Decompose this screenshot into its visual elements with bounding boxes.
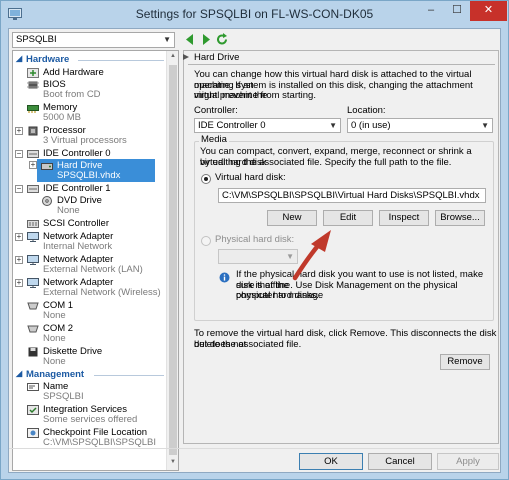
location-dropdown[interactable]: 0 (in use) ▼ <box>347 118 493 133</box>
pane-title: Hard Drive <box>194 52 240 63</box>
expand-icon[interactable]: + <box>29 161 37 169</box>
hardware-section-header[interactable]: ◢ Hardware <box>14 54 166 66</box>
network-adapter-icon <box>27 278 39 288</box>
minimize-button[interactable]: – <box>418 1 444 21</box>
expand-icon[interactable]: + <box>15 279 23 287</box>
vhd-path-input[interactable]: C:\VM\SPSQLBI\SPSQLBI\Virtual Hard Disks… <box>218 188 486 203</box>
tree-item-processor[interactable]: + Processor 3 Virtual processors <box>15 125 165 147</box>
com-port-icon <box>27 302 39 310</box>
tree-item-network-adapter-lan[interactable]: + Network Adapter External Network (LAN) <box>15 254 165 276</box>
virtual-hard-disk-label: Virtual hard disk: <box>215 172 286 183</box>
physical-hard-disk-radio[interactable] <box>201 236 211 246</box>
inspect-button[interactable]: Inspect <box>379 210 429 226</box>
add-hardware-icon <box>27 68 39 78</box>
collapse-icon: ◢ <box>16 54 23 63</box>
location-value: 0 (in use) <box>351 120 391 131</box>
tree-item-memory[interactable]: Memory 5000 MB <box>25 102 175 124</box>
remove-desc-line-2: delete the associated file. <box>194 338 302 350</box>
controller-label: Controller: <box>194 105 238 116</box>
remove-button[interactable]: Remove <box>440 354 490 370</box>
refresh-icon[interactable] <box>215 32 229 47</box>
back-arrow-icon[interactable] <box>183 32 197 47</box>
name-tag-icon <box>27 383 39 391</box>
annotation-arrow <box>292 230 331 281</box>
bios-chip-icon <box>27 81 39 89</box>
apply-button[interactable]: Apply <box>437 453 499 470</box>
close-button[interactable]: ✕ <box>470 1 507 21</box>
maximize-button[interactable]: ☐ <box>444 1 470 21</box>
tree-scrollbar[interactable]: ▲ ▼ <box>166 51 178 470</box>
expand-icon[interactable]: + <box>15 127 23 135</box>
collapse-icon[interactable]: − <box>15 150 23 158</box>
location-label: Location: <box>347 105 386 116</box>
cancel-button[interactable]: Cancel <box>368 453 432 470</box>
integration-services-icon <box>27 405 39 415</box>
tree-item-name[interactable]: Name SPSQLBI <box>25 381 175 403</box>
tree-item-network-adapter-internal[interactable]: + Network Adapter Internal Network <box>15 231 165 253</box>
collapse-icon[interactable]: − <box>15 185 23 193</box>
pane-expand-icon <box>183 54 189 60</box>
network-adapter-icon <box>27 255 39 265</box>
info-icon <box>219 272 230 283</box>
settings-window: Settings for SPSQLBI on FL-WS-CON-DK05 –… <box>0 0 509 480</box>
new-button[interactable]: New <box>267 210 317 226</box>
tree-item-bios[interactable]: BIOS Boot from CD <box>25 79 175 101</box>
ok-button[interactable]: OK <box>299 453 363 470</box>
ide-controller-icon <box>27 150 39 158</box>
controller-dropdown[interactable]: IDE Controller 0 ▼ <box>194 118 341 133</box>
management-section-header[interactable]: ◢ Management <box>14 369 166 381</box>
physical-info-line-3: physical hard disks. <box>236 290 319 301</box>
forward-arrow-icon[interactable] <box>199 32 213 47</box>
chevron-down-icon: ▼ <box>481 121 489 130</box>
dvd-drive-icon <box>42 196 52 206</box>
dialog-client: SPSQLBI ▼ ◢ Hardware Add Hardware BIOS B… <box>8 28 501 473</box>
tree-item-diskette-drive[interactable]: Diskette Drive None <box>25 346 175 368</box>
tree-item-hard-drive[interactable]: + Hard Drive SPSQLBI.vhdx <box>25 159 175 182</box>
ide-controller-icon <box>27 185 39 193</box>
title-bar[interactable]: Settings for SPSQLBI on FL-WS-CON-DK05 –… <box>1 1 508 28</box>
tree-item-integration-services[interactable]: Integration Services Some services offer… <box>25 404 175 426</box>
diskette-icon <box>28 347 38 357</box>
tree-item-dvd-drive[interactable]: DVD Drive None <box>37 195 178 217</box>
controller-value: IDE Controller 0 <box>198 120 266 131</box>
network-adapter-icon <box>27 232 39 242</box>
edit-button[interactable]: Edit <box>323 210 373 226</box>
processor-icon <box>28 126 38 136</box>
browse-button[interactable]: Browse... <box>435 210 485 226</box>
com-port-icon <box>27 325 39 333</box>
chevron-down-icon: ▼ <box>163 35 171 44</box>
scroll-down-icon[interactable]: ▼ <box>170 459 176 465</box>
tree-item-com1[interactable]: COM 1 None <box>25 300 175 322</box>
collapse-icon: ◢ <box>16 369 23 378</box>
tree-item-network-adapter-wireless[interactable]: + Network Adapter External Network (Wire… <box>15 277 165 299</box>
intro-line-3: virtual machine from starting. <box>194 90 316 101</box>
scsi-controller-icon <box>27 220 39 228</box>
chevron-down-icon: ▼ <box>329 121 337 130</box>
media-label: Media <box>199 134 229 146</box>
memory-icon <box>27 105 39 113</box>
media-desc-line-2: by editing the associated file. Specify … <box>200 156 452 168</box>
expand-icon[interactable]: + <box>15 233 23 241</box>
tree-item-com2[interactable]: COM 2 None <box>25 323 175 345</box>
vm-selector-dropdown[interactable]: SPSQLBI ▼ <box>12 32 175 48</box>
vm-selector-value: SPSQLBI <box>16 34 57 45</box>
scrollbar-thumb[interactable] <box>169 65 177 455</box>
expand-icon[interactable]: + <box>15 256 23 264</box>
scroll-up-icon[interactable]: ▲ <box>170 53 176 59</box>
checkpoint-icon <box>27 428 39 438</box>
hard-drive-icon <box>41 163 53 170</box>
tree-item-checkpoint-file-location[interactable]: Checkpoint File Location C:\VM\SPSQLBI\S… <box>25 427 175 449</box>
settings-tree[interactable]: ◢ Hardware Add Hardware BIOS Boot from C… <box>12 50 179 471</box>
virtual-hard-disk-radio[interactable] <box>201 174 211 184</box>
